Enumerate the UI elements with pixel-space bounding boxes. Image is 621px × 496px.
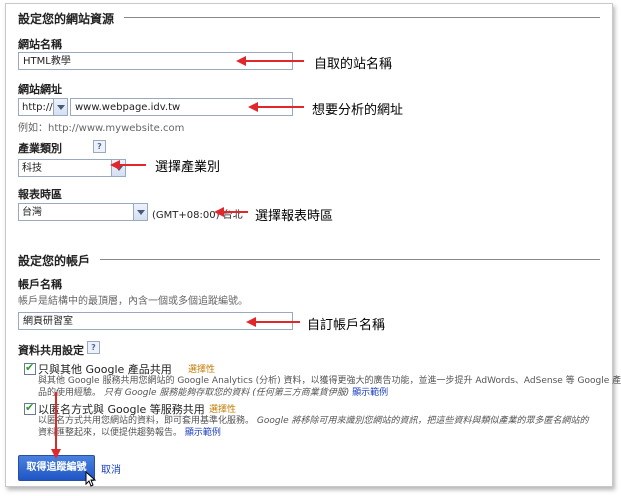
- optional-tag: 選擇性: [188, 365, 216, 375]
- protocol-value: http://: [22, 102, 53, 113]
- timezone-label: 報表時區: [18, 188, 62, 201]
- timezone-country-value: 台灣: [22, 207, 42, 218]
- desc-italic: Google 將移除可用來識別您網站的資訊，把這些資料與類似產業的眾多匿名網站的: [256, 416, 589, 426]
- chevron-down-icon: [53, 99, 67, 115]
- desc-line: 與其他 Google 服務共用您網站的 Google Analytics (分析…: [38, 376, 621, 386]
- share-google-checkbox[interactable]: [24, 361, 36, 375]
- annotation-arrow: [256, 321, 300, 323]
- arrow-head-icon: [51, 449, 61, 459]
- section-divider: [124, 17, 600, 18]
- annotation-arrow: [55, 392, 57, 450]
- arrow-head-icon: [236, 56, 246, 66]
- desc-line: 以匿名方式共用您網站的資料，即可套用基準化服務。 Google 將移除可用來識別…: [38, 415, 598, 427]
- annotation-timezone: 選擇報表時區: [255, 209, 334, 224]
- section-title-site: 設定您的網站資源: [18, 12, 115, 26]
- annotation-arrow: [224, 211, 248, 213]
- desc-text: 品的使用經驗。: [38, 388, 102, 398]
- help-icon[interactable]: ?: [93, 140, 106, 153]
- desc-text: 資料匯整起來，以便提供趨勢報告。: [38, 428, 183, 438]
- mouse-cursor-icon: [85, 471, 97, 487]
- annotation-site-name: 自取的站名稱: [314, 57, 393, 72]
- annotation-arrow: [258, 106, 304, 108]
- show-example-link[interactable]: 顯示範例: [185, 428, 221, 438]
- account-name-label: 帳戶名稱: [18, 278, 62, 291]
- desc-line: 資料匯整起來，以便提供趨勢報告。 顯示範例: [38, 427, 598, 439]
- desc-line: 品的使用經驗。 只有 Google 服務能夠存取您的資料 (任何第三方商業貨伊服…: [38, 387, 598, 399]
- annotation-account: 自訂帳戶名稱: [307, 318, 386, 333]
- desc-text: 以匿名方式共用您網站的資料，即可套用基準化服務。: [38, 416, 255, 426]
- timezone-offset: (GMT+08:00) 台北: [152, 210, 243, 221]
- annotation-url: 想要分析的網址: [312, 103, 404, 118]
- arrow-head-icon: [248, 102, 258, 112]
- cancel-link[interactable]: 取消: [101, 461, 121, 476]
- industry-label: 產業類別: [18, 142, 62, 155]
- account-hint: 帳戶是結構中的最頂層，內含一個或多個追蹤編號。: [18, 296, 248, 307]
- industry-value: 科技: [22, 163, 42, 174]
- share-anonymous-checkbox[interactable]: [24, 401, 36, 415]
- chevron-down-icon: [133, 204, 147, 220]
- show-example-link[interactable]: 顯示範例: [352, 388, 388, 398]
- optional-tag: 選擇性: [209, 405, 237, 415]
- url-example: 例如：http://www.mywebsite.com: [18, 123, 185, 134]
- share-anonymous-description: 以匿名方式共用您網站的資料，即可套用基準化服務。 Google 將移除可用來識別…: [38, 415, 598, 439]
- arrow-head-icon: [214, 207, 224, 217]
- annotation-arrow: [246, 60, 304, 62]
- section-title-account: 設定您的帳戶: [18, 254, 91, 268]
- protocol-select[interactable]: http://: [18, 98, 68, 116]
- help-icon[interactable]: ?: [87, 341, 100, 354]
- timezone-country-select[interactable]: 台灣: [18, 203, 148, 221]
- annotation-arrow: [120, 164, 146, 166]
- annotation-industry: 選擇產業別: [155, 160, 221, 175]
- arrow-head-icon: [110, 160, 120, 170]
- site-url-label: 網站網址: [18, 83, 62, 96]
- desc-italic: 只有 Google 服務能夠存取您的資料 (任何第三方商業貨伊服): [103, 388, 350, 398]
- sharing-label: 資料共用設定: [18, 344, 84, 357]
- section-divider: [100, 259, 600, 260]
- site-name-label: 網站名稱: [18, 38, 62, 51]
- share-google-description: 與其他 Google 服務共用您網站的 Google Analytics (分析…: [38, 375, 621, 399]
- arrow-head-icon: [246, 317, 256, 327]
